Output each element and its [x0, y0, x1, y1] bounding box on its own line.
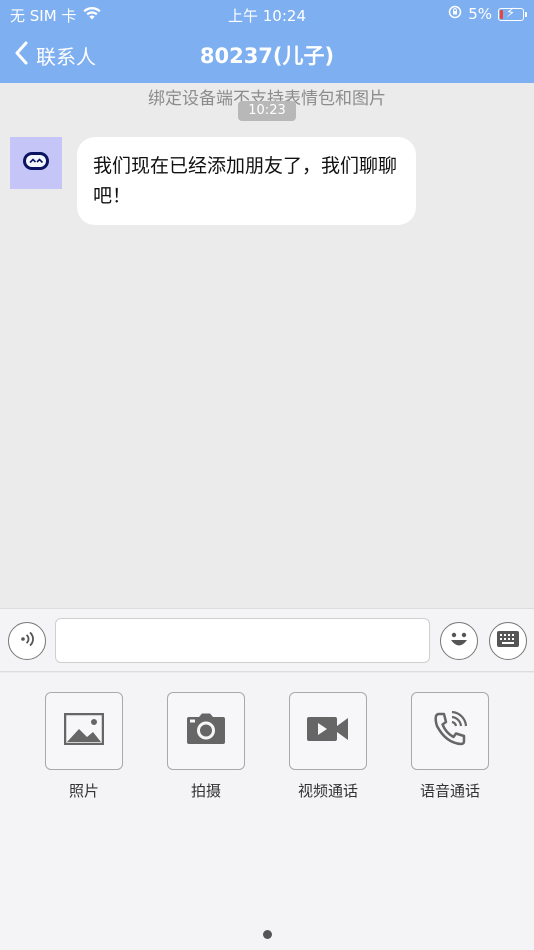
- video-call-label: 视频通话: [297, 782, 358, 800]
- capture-label: 拍摄: [190, 782, 221, 800]
- battery-percent: 5%: [468, 5, 492, 23]
- orientation-lock-icon: [448, 5, 462, 23]
- message-bubble[interactable]: 我们现在已经添加朋友了，我们聊聊吧！: [77, 137, 416, 225]
- photo-label: 照片: [68, 782, 99, 800]
- voice-wave-icon: [16, 628, 38, 654]
- robot-avatar-icon: [22, 151, 50, 175]
- camera-icon: [186, 713, 226, 749]
- page-title: 80237(儿子): [199, 44, 335, 68]
- avatar[interactable]: [10, 137, 62, 189]
- video-call-icon: [306, 714, 350, 748]
- status-bar: 无 SIM 卡 上午 10:24 5% ⚡: [0, 0, 534, 28]
- photo-button[interactable]: 照片: [45, 692, 123, 801]
- photo-icon: [63, 712, 105, 749]
- nav-bar: 联系人 80237(儿子): [0, 28, 534, 83]
- keyboard-icon: [496, 630, 520, 652]
- page-indicator-dot: [263, 930, 272, 939]
- video-call-button[interactable]: 视频通话: [289, 692, 367, 801]
- capture-button[interactable]: 拍摄: [167, 692, 245, 801]
- emoji-button[interactable]: [440, 622, 478, 660]
- voice-input-button[interactable]: [8, 622, 46, 660]
- smiley-icon: [444, 624, 474, 658]
- status-right: 5% ⚡: [448, 5, 527, 23]
- photo-tile: [45, 692, 123, 770]
- capture-tile: [167, 692, 245, 770]
- tools-panel: 照片 拍摄 视频通话 语音通话: [0, 673, 534, 950]
- input-bar: [0, 608, 534, 672]
- keyboard-button[interactable]: [489, 622, 527, 660]
- voice-call-tile: [411, 692, 489, 770]
- top-bar: 无 SIM 卡 上午 10:24 5% ⚡ 联系人 80237(儿子): [0, 0, 534, 83]
- voice-call-button[interactable]: 语音通话: [411, 692, 489, 801]
- video-call-tile: [289, 692, 367, 770]
- message-time: 10:23: [238, 101, 296, 121]
- voice-call-icon: [433, 710, 468, 751]
- battery-icon: ⚡: [498, 6, 527, 21]
- voice-call-label: 语音通话: [419, 782, 480, 800]
- message-input[interactable]: [55, 618, 430, 663]
